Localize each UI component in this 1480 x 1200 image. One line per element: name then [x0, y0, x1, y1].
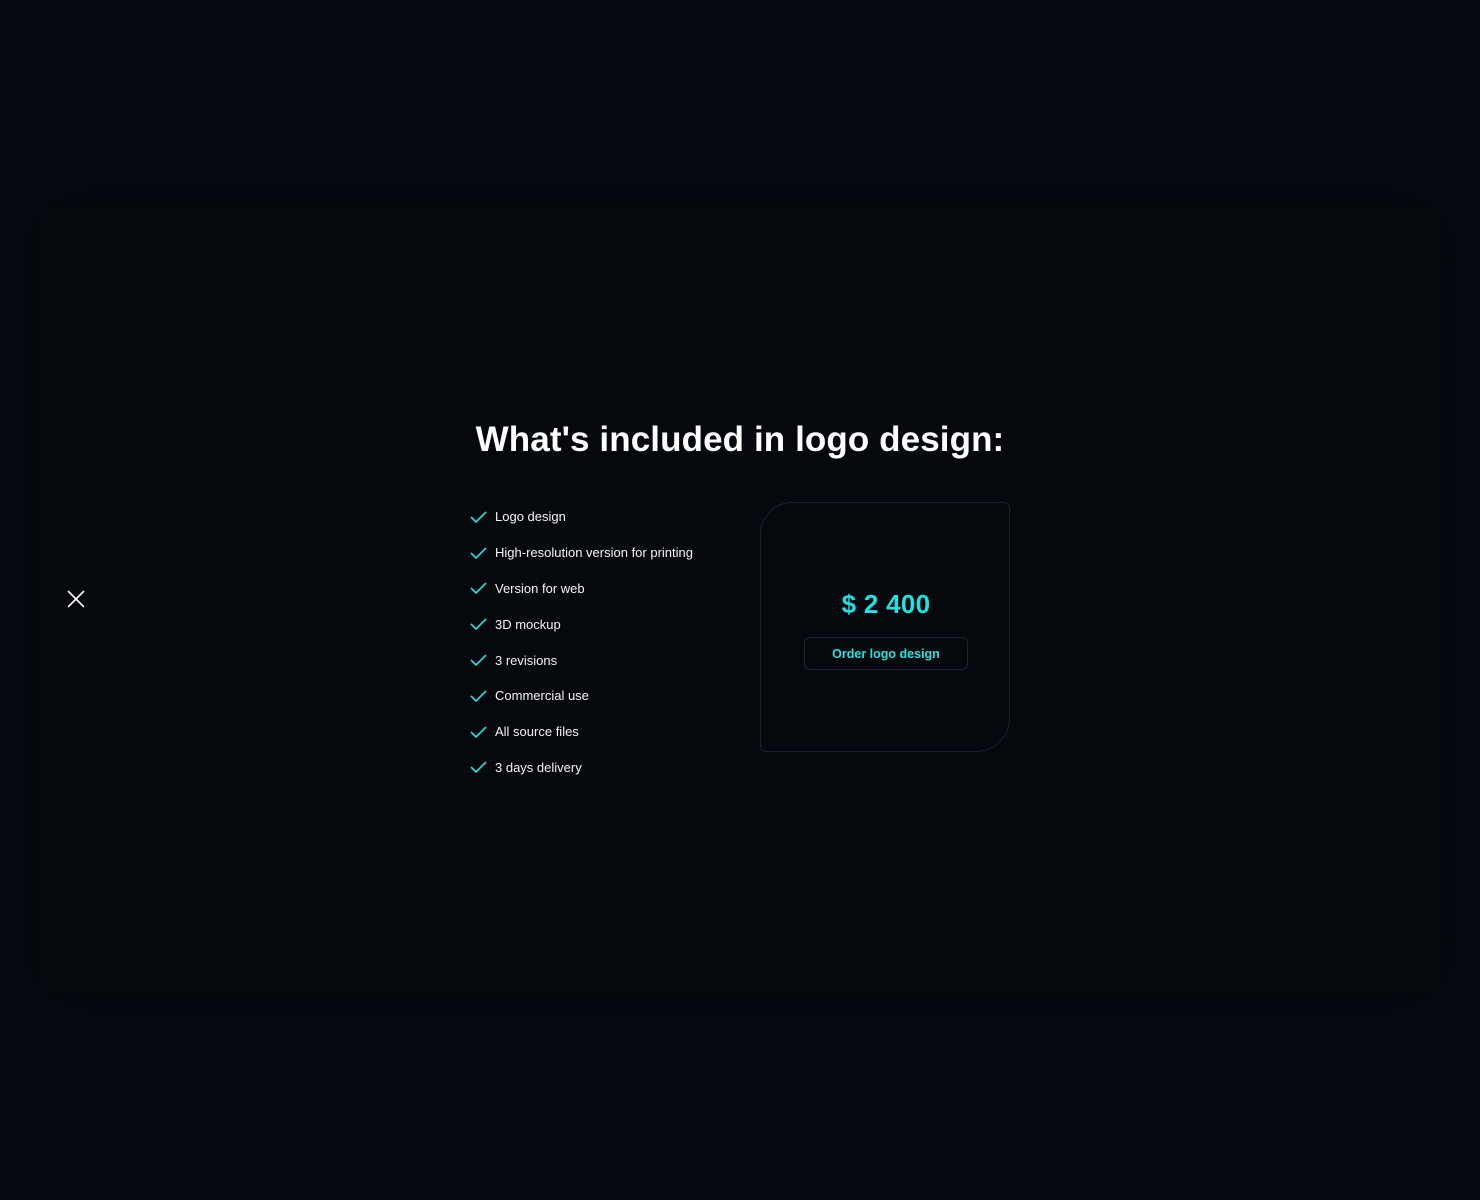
feature-item: Logo design	[470, 499, 693, 535]
feature-item: Commercial use	[470, 678, 693, 714]
feature-label: 3D mockup	[495, 616, 561, 632]
page: What's included in logo design: Logo des…	[0, 0, 1480, 1200]
check-icon	[470, 726, 487, 738]
check-icon	[470, 582, 487, 595]
feature-label: Commercial use	[495, 688, 589, 704]
price-card: $ 2 400 Order logo design	[760, 502, 1010, 752]
check-icon	[470, 547, 487, 559]
check-icon	[470, 761, 487, 774]
feature-label: Logo design	[495, 509, 566, 525]
check-icon	[470, 690, 487, 702]
modal-overlay	[40, 205, 1440, 995]
order-logo-design-button[interactable]: Order logo design	[804, 637, 968, 670]
feature-item: All source files	[470, 714, 693, 750]
feature-label: 3 revisions	[495, 652, 558, 668]
feature-label: Version for web	[495, 580, 585, 596]
feature-item: 3D mockup	[470, 606, 693, 642]
feature-item: 3 days delivery	[470, 750, 693, 786]
feature-item: 3 revisions	[470, 642, 693, 678]
feature-label: All source files	[495, 724, 579, 740]
feature-item: High-resolution version for printing	[470, 535, 693, 571]
close-button[interactable]	[61, 584, 91, 614]
feature-item: Version for web	[470, 571, 693, 607]
feature-label: 3 days delivery	[495, 759, 582, 775]
check-icon	[470, 654, 487, 667]
check-icon	[470, 618, 487, 631]
price: $ 2 400	[841, 589, 931, 619]
close-icon	[67, 590, 85, 608]
check-icon	[470, 511, 487, 523]
modal-title: What's included in logo design:	[475, 420, 1005, 459]
feature-label: High-resolution version for printing	[495, 545, 693, 561]
feature-list: Logo design High-resolution version for …	[470, 499, 693, 785]
